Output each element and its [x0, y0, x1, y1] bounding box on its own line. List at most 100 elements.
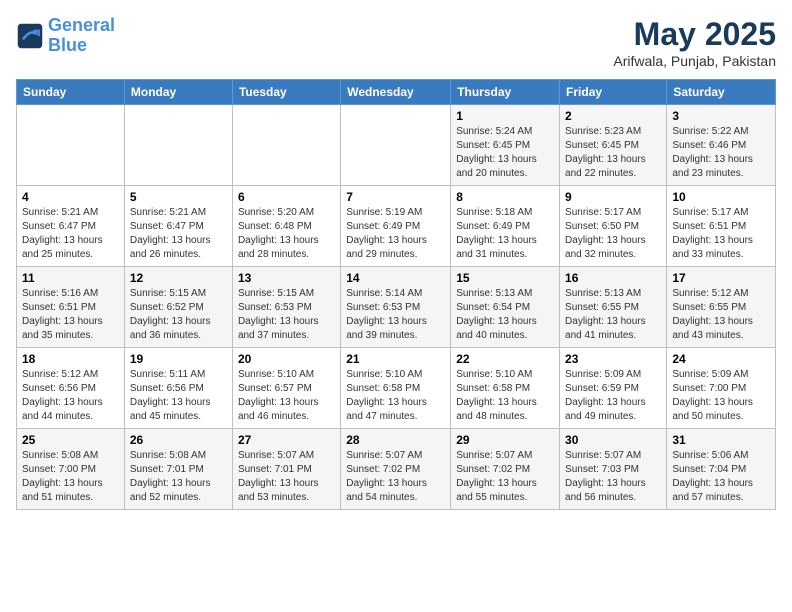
- day-info: Sunrise: 5:10 AM Sunset: 6:57 PM Dayligh…: [238, 368, 335, 424]
- weekday-header: Monday: [124, 80, 232, 105]
- day-number: 31: [672, 433, 770, 447]
- calendar-cell: 7 Sunrise: 5:19 AM Sunset: 6:49 PM Daylig…: [341, 186, 451, 267]
- calendar-cell: 21 Sunrise: 5:10 AM Sunset: 6:58 PM Dayli…: [341, 348, 451, 429]
- day-number: 8: [456, 190, 554, 204]
- calendar-cell: 13 Sunrise: 5:15 AM Sunset: 6:53 PM Dayli…: [232, 267, 340, 348]
- day-info: Sunrise: 5:07 AM Sunset: 7:01 PM Dayligh…: [238, 449, 335, 505]
- weekday-header: Tuesday: [232, 80, 340, 105]
- logo-icon: [16, 22, 44, 50]
- day-info: Sunrise: 5:12 AM Sunset: 6:55 PM Dayligh…: [672, 287, 770, 343]
- calendar-week-row: 4 Sunrise: 5:21 AM Sunset: 6:47 PM Daylig…: [17, 186, 776, 267]
- calendar-cell: 28Sunrise: 5:07 AM Sunset: 7:02 PM Dayli…: [341, 429, 451, 510]
- calendar-table: SundayMondayTuesdayWednesdayThursdayFrid…: [16, 79, 776, 510]
- day-info: Sunrise: 5:15 AM Sunset: 6:53 PM Dayligh…: [238, 287, 335, 343]
- day-number: 7: [346, 190, 445, 204]
- calendar-cell: 27 Sunrise: 5:07 AM Sunset: 7:01 PM Dayli…: [232, 429, 340, 510]
- day-number: 14: [346, 271, 445, 285]
- month-title: May 2025: [613, 16, 776, 53]
- day-number: 2: [565, 109, 661, 123]
- day-number: 21: [346, 352, 445, 366]
- calendar-cell: 5Sunrise: 5:21 AM Sunset: 6:47 PM Daylig…: [124, 186, 232, 267]
- calendar-body: 1Sunrise: 5:24 AM Sunset: 6:45 PM Daylig…: [17, 105, 776, 510]
- weekday-header: Thursday: [451, 80, 560, 105]
- weekday-header: Friday: [560, 80, 667, 105]
- day-info: Sunrise: 5:08 AM Sunset: 7:01 PM Dayligh…: [130, 449, 227, 505]
- calendar-cell: 20Sunrise: 5:10 AM Sunset: 6:57 PM Dayli…: [232, 348, 340, 429]
- calendar-cell: 26 Sunrise: 5:08 AM Sunset: 7:01 PM Dayli…: [124, 429, 232, 510]
- calendar-cell: 10 Sunrise: 5:17 AM Sunset: 6:51 PM Dayli…: [667, 186, 776, 267]
- calendar-cell: 8Sunrise: 5:18 AM Sunset: 6:49 PM Daylig…: [451, 186, 560, 267]
- day-number: 12: [130, 271, 227, 285]
- day-info: Sunrise: 5:11 AM Sunset: 6:56 PM Dayligh…: [130, 368, 227, 424]
- calendar-cell: [232, 105, 340, 186]
- calendar-week-row: 18 Sunrise: 5:12 AM Sunset: 6:56 PM Dayli…: [17, 348, 776, 429]
- calendar-cell: 4 Sunrise: 5:21 AM Sunset: 6:47 PM Daylig…: [17, 186, 125, 267]
- calendar-cell: 29Sunrise: 5:07 AM Sunset: 7:02 PM Dayli…: [451, 429, 560, 510]
- calendar-week-row: 1Sunrise: 5:24 AM Sunset: 6:45 PM Daylig…: [17, 105, 776, 186]
- day-number: 28: [346, 433, 445, 447]
- day-number: 17: [672, 271, 770, 285]
- calendar-cell: 15Sunrise: 5:13 AM Sunset: 6:54 PM Dayli…: [451, 267, 560, 348]
- day-number: 13: [238, 271, 335, 285]
- calendar-cell: 12 Sunrise: 5:15 AM Sunset: 6:52 PM Dayli…: [124, 267, 232, 348]
- weekday-header: Sunday: [17, 80, 125, 105]
- day-info: Sunrise: 5:13 AM Sunset: 6:55 PM Dayligh…: [565, 287, 661, 343]
- calendar-cell: 18 Sunrise: 5:12 AM Sunset: 6:56 PM Dayli…: [17, 348, 125, 429]
- day-info: Sunrise: 5:17 AM Sunset: 6:51 PM Dayligh…: [672, 206, 770, 262]
- day-number: 26: [130, 433, 227, 447]
- day-number: 24: [672, 352, 770, 366]
- day-info: Sunrise: 5:13 AM Sunset: 6:54 PM Dayligh…: [456, 287, 554, 343]
- day-info: Sunrise: 5:06 AM Sunset: 7:04 PM Dayligh…: [672, 449, 770, 505]
- day-number: 11: [22, 271, 119, 285]
- calendar-cell: 25Sunrise: 5:08 AM Sunset: 7:00 PM Dayli…: [17, 429, 125, 510]
- location: Arifwala, Punjab, Pakistan: [613, 53, 776, 69]
- calendar-cell: 14 Sunrise: 5:14 AM Sunset: 6:53 PM Dayli…: [341, 267, 451, 348]
- calendar-cell: 16 Sunrise: 5:13 AM Sunset: 6:55 PM Dayli…: [560, 267, 667, 348]
- logo-text: General Blue: [48, 16, 115, 56]
- calendar-cell: 17 Sunrise: 5:12 AM Sunset: 6:55 PM Dayli…: [667, 267, 776, 348]
- calendar-cell: 30Sunrise: 5:07 AM Sunset: 7:03 PM Dayli…: [560, 429, 667, 510]
- page-header: General Blue May 2025 Arifwala, Punjab, …: [16, 16, 776, 69]
- calendar-cell: [341, 105, 451, 186]
- calendar-cell: 22Sunrise: 5:10 AM Sunset: 6:58 PM Dayli…: [451, 348, 560, 429]
- calendar-cell: 3 Sunrise: 5:22 AM Sunset: 6:46 PM Daylig…: [667, 105, 776, 186]
- weekday-header: Saturday: [667, 80, 776, 105]
- day-info: Sunrise: 5:17 AM Sunset: 6:50 PM Dayligh…: [565, 206, 661, 262]
- calendar-cell: 11 Sunrise: 5:16 AM Sunset: 6:51 PM Dayli…: [17, 267, 125, 348]
- day-info: Sunrise: 5:15 AM Sunset: 6:52 PM Dayligh…: [130, 287, 227, 343]
- day-info: Sunrise: 5:19 AM Sunset: 6:49 PM Dayligh…: [346, 206, 445, 262]
- calendar-cell: 23Sunrise: 5:09 AM Sunset: 6:59 PM Dayli…: [560, 348, 667, 429]
- day-number: 27: [238, 433, 335, 447]
- day-info: Sunrise: 5:20 AM Sunset: 6:48 PM Dayligh…: [238, 206, 335, 262]
- calendar-week-row: 25Sunrise: 5:08 AM Sunset: 7:00 PM Dayli…: [17, 429, 776, 510]
- calendar-cell: 2 Sunrise: 5:23 AM Sunset: 6:45 PM Daylig…: [560, 105, 667, 186]
- day-info: Sunrise: 5:14 AM Sunset: 6:53 PM Dayligh…: [346, 287, 445, 343]
- day-info: Sunrise: 5:08 AM Sunset: 7:00 PM Dayligh…: [22, 449, 119, 505]
- day-info: Sunrise: 5:12 AM Sunset: 6:56 PM Dayligh…: [22, 368, 119, 424]
- day-number: 16: [565, 271, 661, 285]
- day-info: Sunrise: 5:22 AM Sunset: 6:46 PM Dayligh…: [672, 125, 770, 181]
- day-info: Sunrise: 5:09 AM Sunset: 6:59 PM Dayligh…: [565, 368, 661, 424]
- weekday-header: Wednesday: [341, 80, 451, 105]
- day-number: 1: [456, 109, 554, 123]
- day-number: 3: [672, 109, 770, 123]
- day-info: Sunrise: 5:23 AM Sunset: 6:45 PM Dayligh…: [565, 125, 661, 181]
- calendar-header-row: SundayMondayTuesdayWednesdayThursdayFrid…: [17, 80, 776, 105]
- day-number: 6: [238, 190, 335, 204]
- title-area: May 2025 Arifwala, Punjab, Pakistan: [613, 16, 776, 69]
- day-number: 22: [456, 352, 554, 366]
- day-number: 9: [565, 190, 661, 204]
- calendar-cell: 1Sunrise: 5:24 AM Sunset: 6:45 PM Daylig…: [451, 105, 560, 186]
- day-info: Sunrise: 5:21 AM Sunset: 6:47 PM Dayligh…: [22, 206, 119, 262]
- day-info: Sunrise: 5:10 AM Sunset: 6:58 PM Dayligh…: [346, 368, 445, 424]
- day-number: 18: [22, 352, 119, 366]
- day-info: Sunrise: 5:21 AM Sunset: 6:47 PM Dayligh…: [130, 206, 227, 262]
- day-info: Sunrise: 5:16 AM Sunset: 6:51 PM Dayligh…: [22, 287, 119, 343]
- calendar-cell: 9 Sunrise: 5:17 AM Sunset: 6:50 PM Daylig…: [560, 186, 667, 267]
- day-number: 4: [22, 190, 119, 204]
- day-info: Sunrise: 5:09 AM Sunset: 7:00 PM Dayligh…: [672, 368, 770, 424]
- day-number: 10: [672, 190, 770, 204]
- day-info: Sunrise: 5:07 AM Sunset: 7:02 PM Dayligh…: [456, 449, 554, 505]
- calendar-cell: [17, 105, 125, 186]
- calendar-cell: [124, 105, 232, 186]
